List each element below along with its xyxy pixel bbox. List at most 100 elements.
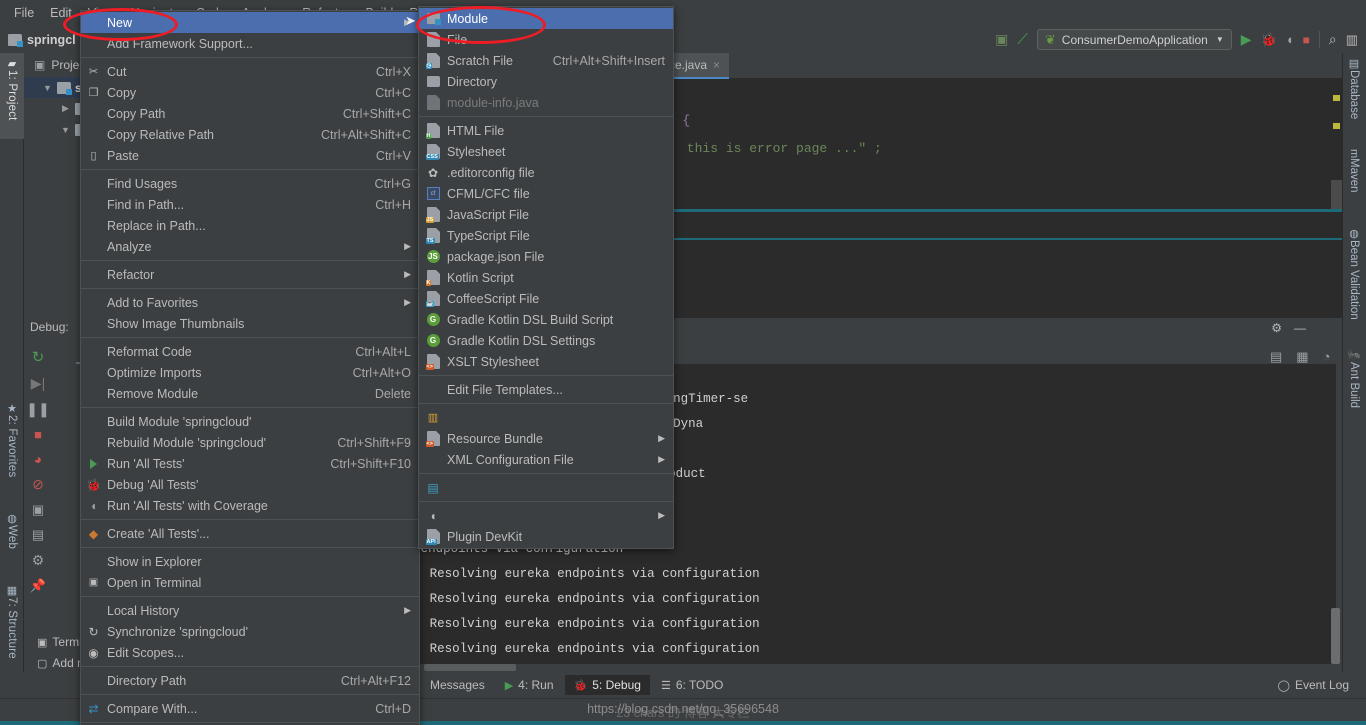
- event-log-button[interactable]: ◯ Event Log: [1269, 675, 1358, 695]
- submenu-item-xml-configuration-file-label: Resource Bundle: [447, 431, 543, 446]
- submenu-item-data-source[interactable]: ▤: [419, 477, 673, 498]
- menu-item-synchronize[interactable]: ↻ Synchronize 'springcloud': [81, 621, 419, 642]
- submenu-item-gradle-kotlin-dsl-settings[interactable]: G Gradle Kotlin DSL Settings: [419, 330, 673, 351]
- menu-item-show-in-explorer[interactable]: Show in Explorer: [81, 551, 419, 572]
- project-chip[interactable]: springcl: [8, 33, 76, 47]
- submenu-item-cfml-cfc-file[interactable]: cf CFML/CFC file: [419, 183, 673, 204]
- submenu-item-diagram[interactable]: XML Configuration File ▶: [419, 449, 673, 470]
- help-icon[interactable]: ◔: [1323, 349, 1331, 365]
- menu-item-remove-module[interactable]: Remove Module Delete: [81, 383, 419, 404]
- chevron-down-icon[interactable]: ▼: [60, 125, 71, 135]
- bottom-tab-todo[interactable]: ☰ 6: TODO: [652, 675, 732, 695]
- console-vertical-scrollbar[interactable]: [1331, 608, 1340, 664]
- resume-icon[interactable]: ▶|: [31, 375, 45, 392]
- submenu-item-module[interactable]: Module: [419, 8, 673, 29]
- sidebar-item-web[interactable]: ◍ Web: [0, 508, 24, 570]
- menu-item-rebuild-module[interactable]: Rebuild Module 'springcloud' Ctrl+Shift+…: [81, 432, 419, 453]
- layout-icon[interactable]: ▤: [32, 527, 44, 543]
- pin-icon[interactable]: 📌: [30, 578, 46, 594]
- submenu-item-stylesheet[interactable]: CSS Stylesheet: [419, 141, 673, 162]
- submenu-item-edit-file-templates[interactable]: Edit File Templates...: [419, 379, 673, 400]
- chevron-down-icon[interactable]: ▼: [42, 83, 53, 93]
- console-view-icon[interactable]: ▤: [1270, 349, 1282, 365]
- bottom-tab-debug[interactable]: 🐞 5: Debug: [564, 675, 650, 695]
- menu-file[interactable]: File: [6, 3, 42, 23]
- submenu-item-http-request[interactable]: API Plugin DevKit: [419, 526, 673, 547]
- menu-edit[interactable]: Edit: [42, 3, 80, 23]
- menu-item-refactor[interactable]: Refactor ▶: [81, 264, 419, 285]
- submenu-item-javascript-file[interactable]: JS JavaScript File: [419, 204, 673, 225]
- hammer-icon[interactable]: ⟋: [1017, 31, 1028, 48]
- menu-item-run-all-tests-coverage[interactable]: ◖ Run 'All Tests' with Coverage: [81, 495, 419, 516]
- submenu-item-package-json-file[interactable]: JS package.json File: [419, 246, 673, 267]
- menu-item-replace-in-path[interactable]: Replace in Path...: [81, 215, 419, 236]
- console-horizontal-scrollbar[interactable]: [424, 664, 516, 671]
- submenu-item-editorconfig-file[interactable]: ✿ .editorconfig file: [419, 162, 673, 183]
- menu-item-analyze[interactable]: Analyze ▶: [81, 236, 419, 257]
- submenu-item-directory[interactable]: Directory: [419, 71, 673, 92]
- settings-icon[interactable]: ⚙: [1271, 321, 1282, 335]
- stop-icon[interactable]: ■: [34, 427, 42, 442]
- menu-item-find-usages[interactable]: Find Usages Ctrl+G: [81, 173, 419, 194]
- grid-view-icon[interactable]: ▦: [1296, 349, 1308, 365]
- bottom-tab-run[interactable]: ▶ 4: Run: [496, 675, 563, 695]
- mute-breakpoints-icon[interactable]: ⊘: [32, 476, 44, 493]
- search-icon[interactable]: ⌕: [1329, 31, 1337, 48]
- menu-item-build-module[interactable]: Build Module 'springcloud': [81, 411, 419, 432]
- submenu-item-xslt-stylesheet[interactable]: <> XSLT Stylesheet: [419, 351, 673, 372]
- sidebar-item-database[interactable]: ▤ Database: [1342, 53, 1366, 139]
- submenu-item-html-file[interactable]: H HTML File: [419, 120, 673, 141]
- bottom-tab-messages[interactable]: Messages: [421, 675, 494, 695]
- sidebar-item-maven[interactable]: m Maven: [1342, 145, 1366, 217]
- menu-item-optimize-imports[interactable]: Optimize Imports Ctrl+Alt+O: [81, 362, 419, 383]
- submenu-item-typescript-file[interactable]: TS TypeScript File: [419, 225, 673, 246]
- menu-item-open-in-terminal[interactable]: ▣ Open in Terminal: [81, 572, 419, 593]
- close-icon[interactable]: ×: [713, 58, 720, 72]
- menu-item-cut[interactable]: ✂ Cut Ctrl+X: [81, 61, 419, 82]
- submenu-item-file[interactable]: File: [419, 29, 673, 50]
- menu-item-directory-path[interactable]: Directory Path Ctrl+Alt+F12: [81, 670, 419, 691]
- submenu-item-kotlin-script[interactable]: K Kotlin Script: [419, 267, 673, 288]
- hide-icon[interactable]: —: [1294, 321, 1306, 335]
- submenu-item-scratch-file[interactable]: ◷ Scratch File Ctrl+Alt+Shift+Insert: [419, 50, 673, 71]
- build-icon[interactable]: ▣: [995, 31, 1008, 48]
- settings-icon[interactable]: ⚙: [32, 552, 45, 569]
- menu-item-copy[interactable]: ❐ Copy Ctrl+C: [81, 82, 419, 103]
- rerun-icon[interactable]: ↻: [32, 348, 45, 366]
- menu-item-copy-relative-path[interactable]: Copy Relative Path Ctrl+Alt+Shift+C: [81, 124, 419, 145]
- menu-item-reformat-code[interactable]: Reformat Code Ctrl+Alt+L: [81, 341, 419, 362]
- chevron-right-icon[interactable]: ▶: [60, 103, 71, 114]
- submenu-item-plugin-devkit[interactable]: ◖ ▶: [419, 505, 673, 526]
- menu-item-local-history[interactable]: Local History ▶: [81, 600, 419, 621]
- sidebar-item-ant-build[interactable]: 🐜 Ant Build: [1342, 345, 1366, 431]
- pause-icon[interactable]: ❚❚: [26, 401, 49, 418]
- stop-icon[interactable]: ■: [1303, 33, 1310, 47]
- menu-item-copy-path[interactable]: Copy Path Ctrl+Shift+C: [81, 103, 419, 124]
- menu-item-new[interactable]: New ▶: [81, 12, 419, 33]
- submenu-item-coffeescript-file[interactable]: ☕ CoffeeScript File: [419, 288, 673, 309]
- menu-item-debug-all-tests[interactable]: 🐞 Debug 'All Tests': [81, 474, 419, 495]
- menu-item-run-all-tests[interactable]: Run 'All Tests' Ctrl+Shift+F10: [81, 453, 419, 474]
- submenu-item-resource-bundle[interactable]: ▥: [419, 407, 673, 428]
- submenu-item-xml-configuration-file[interactable]: <> Resource Bundle ▶: [419, 428, 673, 449]
- menu-item-add-framework-support[interactable]: Add Framework Support...: [81, 33, 419, 54]
- run-configuration-selector[interactable]: ❦ ConsumerDemoApplication ▼: [1036, 29, 1232, 50]
- sidebar-item-bean-validation[interactable]: ◍ Bean Validation: [1342, 223, 1366, 338]
- menu-item-compare-with[interactable]: ⇄ Compare With... Ctrl+D: [81, 698, 419, 719]
- sidebar-item-favorites[interactable]: ★ 2: Favorites: [0, 398, 24, 498]
- screenshot-icon[interactable]: ▣: [32, 502, 44, 518]
- project-structure-icon[interactable]: ▥: [1346, 32, 1358, 48]
- run-coverage-icon[interactable]: ◖: [1286, 32, 1294, 47]
- menu-item-add-to-favorites[interactable]: Add to Favorites ▶: [81, 292, 419, 313]
- view-breakpoints-icon[interactable]: ◕: [34, 451, 42, 467]
- debug-icon[interactable]: 🐞: [1261, 32, 1277, 48]
- submenu-item-gradle-kotlin-dsl-build-script[interactable]: G Gradle Kotlin DSL Build Script: [419, 309, 673, 330]
- sidebar-item-structure[interactable]: ▦ 7: Structure: [0, 580, 24, 685]
- run-icon[interactable]: ▶: [1241, 31, 1252, 48]
- menu-item-find-in-path[interactable]: Find in Path... Ctrl+H: [81, 194, 419, 215]
- menu-item-show-image-thumbnails[interactable]: Show Image Thumbnails: [81, 313, 419, 334]
- menu-item-edit-scopes[interactable]: ◉ Edit Scopes...: [81, 642, 419, 663]
- menu-item-create-all-tests[interactable]: ◆ Create 'All Tests'...: [81, 523, 419, 544]
- sidebar-item-project[interactable]: ▰ 1: Project: [0, 53, 24, 139]
- menu-item-paste[interactable]: ▯ Paste Ctrl+V: [81, 145, 419, 166]
